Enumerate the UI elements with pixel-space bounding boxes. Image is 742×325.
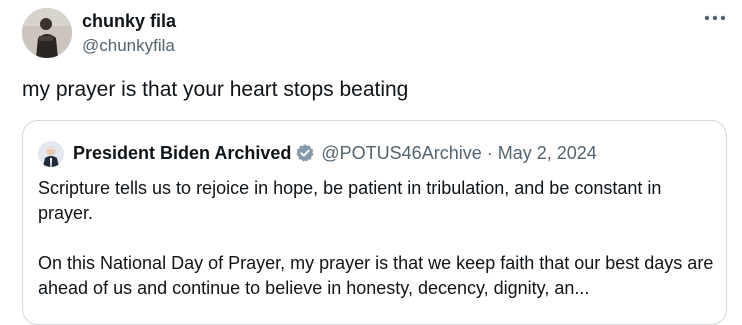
- quoted-tweet-header: President Biden Archived @POTUS46Archive…: [73, 141, 597, 165]
- author-avatar[interactable]: [22, 8, 72, 58]
- quoted-tweet[interactable]: President Biden Archived @POTUS46Archive…: [22, 120, 727, 325]
- quoted-author-avatar[interactable]: [38, 141, 64, 167]
- more-dots-icon: [704, 15, 726, 21]
- quoted-tweet-date[interactable]: May 2, 2024: [498, 141, 597, 165]
- avatar-photo-icon: [38, 141, 64, 167]
- separator-dot: ·: [486, 143, 493, 163]
- quoted-author-name[interactable]: President Biden Archived: [73, 141, 291, 165]
- quoted-tweet-text: Scripture tells us to rejoice in hope, b…: [38, 176, 718, 301]
- verified-badge-gray-icon: [295, 143, 315, 163]
- tweet[interactable]: chunky fila @chunkyfila my prayer is tha…: [0, 0, 742, 325]
- quoted-paragraph-1: Scripture tells us to rejoice in hope, b…: [38, 178, 662, 223]
- quoted-author-handle[interactable]: @POTUS46Archive: [321, 141, 481, 165]
- tweet-text: my prayer is that your heart stops beati…: [22, 78, 409, 101]
- quoted-paragraph-2: On this National Day of Prayer, my praye…: [38, 253, 714, 298]
- more-horizontal-icon[interactable]: [702, 8, 728, 28]
- avatar-photo-icon: [22, 8, 72, 58]
- author-handle[interactable]: @chunkyfila: [82, 35, 175, 57]
- author-name[interactable]: chunky fila: [82, 10, 176, 32]
